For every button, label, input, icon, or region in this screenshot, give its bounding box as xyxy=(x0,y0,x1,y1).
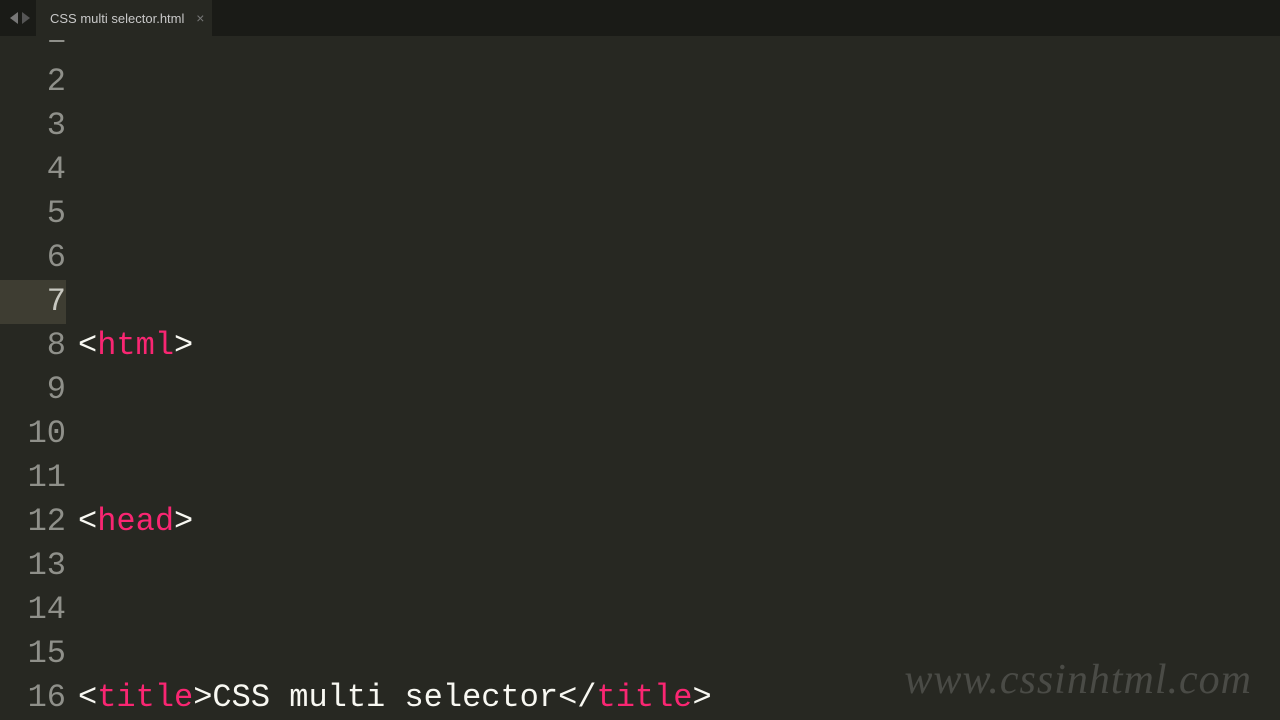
line-number: 14 xyxy=(0,588,66,632)
code-area[interactable]: <<!DOCTYPE html> <html> <head> <title>CS… xyxy=(78,36,1280,720)
line-number: 6 xyxy=(0,236,66,280)
line-number-gutter: 12345678910111213141516 xyxy=(0,36,78,720)
line-number: 15 xyxy=(0,632,66,676)
line-number: 12 xyxy=(0,500,66,544)
code-line: <html> xyxy=(78,324,1280,368)
tab-active[interactable]: CSS multi selector.html × xyxy=(36,0,212,36)
code-line: <title>CSS multi selector</title> xyxy=(78,676,1280,720)
line-number: 4 xyxy=(0,148,66,192)
close-icon[interactable]: × xyxy=(196,11,204,25)
line-number: 9 xyxy=(0,368,66,412)
line-number: 16 xyxy=(0,676,66,720)
code-line: <<!DOCTYPE html> xyxy=(78,172,1280,192)
tab-bar: CSS multi selector.html × xyxy=(0,0,1280,36)
tab-next-icon[interactable] xyxy=(22,12,30,24)
line-number: 3 xyxy=(0,104,66,148)
code-line: <head> xyxy=(78,500,1280,544)
line-number: 13 xyxy=(0,544,66,588)
line-number: 2 xyxy=(0,60,66,104)
line-number: 10 xyxy=(0,412,66,456)
tab-nav-arrows xyxy=(0,12,36,24)
line-number: 8 xyxy=(0,324,66,368)
line-number: 5 xyxy=(0,192,66,236)
line-number: 7 xyxy=(0,280,66,324)
line-number: 11 xyxy=(0,456,66,500)
tab-prev-icon[interactable] xyxy=(10,12,18,24)
editor[interactable]: 12345678910111213141516 <<!DOCTYPE html>… xyxy=(0,36,1280,720)
tab-title: CSS multi selector.html xyxy=(50,11,184,26)
